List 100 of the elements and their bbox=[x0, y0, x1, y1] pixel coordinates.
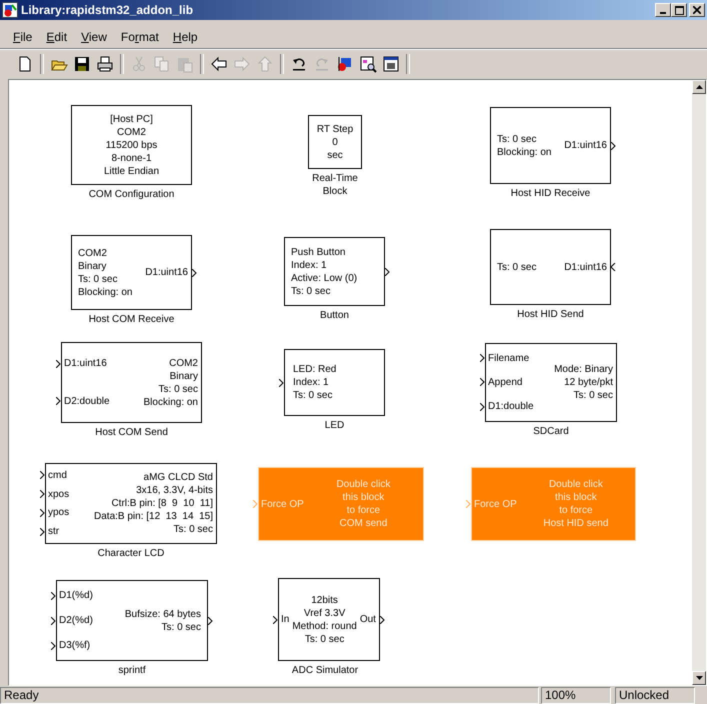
up-arrow-icon bbox=[256, 54, 274, 72]
minimize-button[interactable] bbox=[655, 3, 671, 17]
block-text: RT Step bbox=[316, 122, 354, 136]
block-text: Ts: 0 sec bbox=[574, 389, 613, 402]
close-button[interactable] bbox=[689, 3, 705, 17]
library-icon bbox=[336, 54, 354, 72]
block-text: Double click bbox=[336, 478, 390, 491]
scroll-down-icon bbox=[696, 676, 702, 680]
block-text: Ctrl:B pin: [8 9 10 11] bbox=[111, 497, 213, 510]
lock-status: Unlocked bbox=[615, 687, 695, 704]
block-text: to force bbox=[346, 504, 380, 517]
zoom-level: 100% bbox=[541, 687, 611, 704]
block-name: Real-Time Block bbox=[311, 172, 359, 198]
block-text: Index: 1 bbox=[291, 258, 327, 272]
block-text: COM2 bbox=[117, 126, 146, 138]
block-text: Mode: Binary bbox=[554, 363, 613, 376]
app-icon bbox=[2, 2, 18, 18]
block-text: sec bbox=[327, 148, 343, 162]
block-text: [Host PC] bbox=[110, 112, 153, 126]
block-text: 0 bbox=[332, 136, 338, 148]
block-text: Double click bbox=[548, 478, 603, 491]
close-icon bbox=[693, 6, 701, 14]
port-label: Out bbox=[360, 613, 376, 626]
block-text: Ts: 0 sec bbox=[162, 620, 201, 634]
block-text: Little Endian bbox=[104, 164, 160, 178]
window-icon bbox=[382, 54, 400, 72]
port-label: D1:uint16 bbox=[64, 357, 107, 370]
port-label: ypos bbox=[48, 506, 70, 520]
block-text: Push Button bbox=[291, 246, 346, 258]
block-text: Active: Low (0) bbox=[291, 272, 358, 284]
block-text: Ts: 0 sec bbox=[497, 260, 536, 274]
block-text: Ts: 0 sec bbox=[291, 284, 330, 298]
block-name: LED bbox=[324, 419, 346, 432]
port-label: Filename bbox=[488, 352, 530, 365]
block-text: 12bits bbox=[311, 594, 338, 606]
block-text: Ts: 0 sec bbox=[174, 523, 213, 536]
port-label: D1:double bbox=[488, 400, 534, 414]
status-message: Ready bbox=[0, 687, 539, 704]
block-text: Ts: 0 sec bbox=[293, 389, 332, 402]
printer-icon bbox=[96, 54, 114, 72]
block-name: Button bbox=[319, 309, 350, 322]
block-text: Vref 3.3V bbox=[304, 606, 346, 620]
block-text: COM2 bbox=[169, 356, 198, 370]
block-text: this block bbox=[555, 491, 597, 504]
block-text: Method: round bbox=[292, 620, 357, 632]
block-text: to force bbox=[559, 504, 593, 517]
block-text: Data:B pin: [12 13 14 15] bbox=[94, 510, 213, 523]
block-name: sprintf bbox=[117, 664, 147, 677]
port-label: D2(%d) bbox=[59, 614, 93, 627]
window-title: Library:rapidstm32_addon_lib bbox=[21, 3, 194, 17]
block-text: COM2 bbox=[78, 246, 107, 260]
menu-item[interactable]: File bbox=[8, 30, 38, 44]
vertical-scrollbar[interactable] bbox=[692, 80, 706, 685]
block-name: Character LCD bbox=[96, 547, 166, 560]
block-text: Bufsize: 64 bytes bbox=[124, 608, 201, 620]
block-text: 115200 bps bbox=[106, 138, 158, 152]
maximize-button[interactable] bbox=[671, 3, 687, 17]
block-text: Binary bbox=[170, 370, 198, 382]
block-text: aMG CLCD Std bbox=[144, 471, 213, 484]
block-name: COM Configuration bbox=[88, 188, 176, 201]
port-label: Force OP bbox=[261, 498, 304, 510]
block-text: Index: 1 bbox=[293, 376, 329, 389]
port-label: D3(%f) bbox=[59, 639, 90, 652]
block-name: ADC Simulator bbox=[290, 664, 360, 677]
menu-item[interactable]: Edit bbox=[41, 30, 72, 44]
port-label: D1(%d) bbox=[59, 589, 93, 602]
block-name: Host COM Send bbox=[94, 426, 169, 439]
port-label: str bbox=[48, 525, 60, 538]
block-text: this block bbox=[342, 491, 384, 504]
left-arrow-icon bbox=[210, 54, 228, 72]
menu-item[interactable]: View bbox=[76, 30, 112, 44]
maximize-icon bbox=[674, 6, 684, 14]
block-text: Blocking: on bbox=[144, 396, 198, 408]
block-text: Binary bbox=[78, 260, 106, 272]
block-name: Host HID Receive bbox=[510, 187, 592, 200]
block-text: 3x16, 3.3V, 4-bits bbox=[136, 484, 213, 497]
port-label: In bbox=[281, 613, 290, 626]
block-text: Blocking: on bbox=[497, 146, 552, 158]
block-text: 8-none-1 bbox=[111, 152, 152, 164]
port-label: Append bbox=[488, 376, 522, 389]
menu-item[interactable]: Help bbox=[168, 30, 203, 44]
port-label: Force OP bbox=[474, 498, 517, 510]
port-label: D1:uint16 bbox=[145, 266, 188, 279]
port-label: D2:double bbox=[64, 394, 110, 408]
block-text: Ts: 0 sec bbox=[158, 382, 198, 396]
block-text: Ts: 0 sec bbox=[78, 272, 118, 286]
block-name: SDCard bbox=[532, 425, 570, 438]
menu-item[interactable]: Format bbox=[116, 30, 164, 44]
block-text: COM send bbox=[340, 517, 388, 530]
block-text: Host HID send bbox=[543, 517, 608, 530]
block-text: 12 byte/pkt bbox=[564, 376, 613, 389]
block-text: Ts: 0 sec bbox=[304, 632, 344, 646]
block-text: LED: Red bbox=[293, 363, 336, 376]
scroll-up-icon bbox=[696, 85, 702, 89]
block-text: Blocking: on bbox=[78, 286, 132, 298]
block-name: Host HID Send bbox=[516, 308, 585, 321]
scissors-icon bbox=[130, 54, 148, 72]
port-label: D1:uint16 bbox=[564, 260, 607, 274]
block-text: Ts: 0 sec bbox=[497, 132, 536, 146]
explorer-icon bbox=[359, 54, 377, 72]
